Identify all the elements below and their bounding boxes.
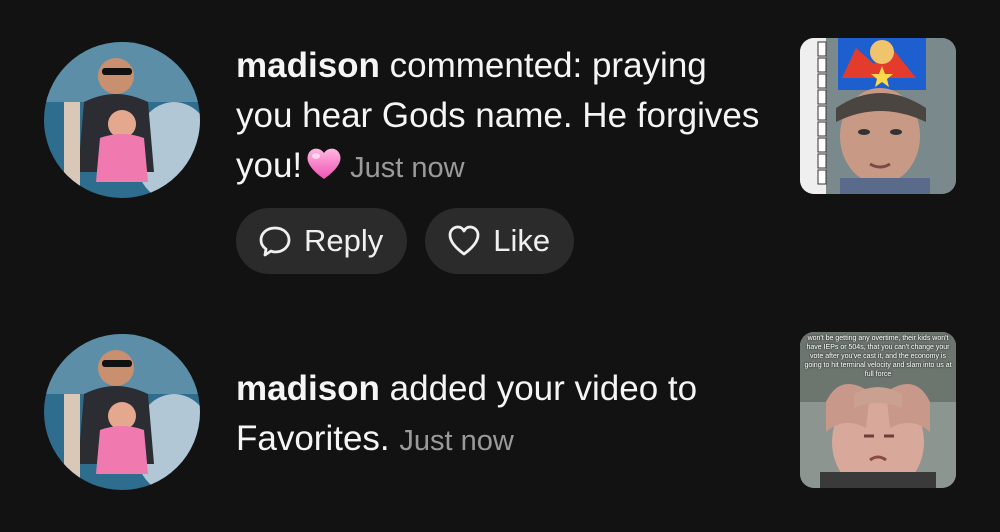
notification-text: madison commented: praying you hear Gods… xyxy=(236,41,766,193)
notification-text: madison added your video to Favorites. J… xyxy=(236,364,766,466)
like-button[interactable]: Like xyxy=(425,208,575,274)
reply-label: Reply xyxy=(304,223,384,258)
reply-button[interactable]: Reply xyxy=(236,208,408,274)
timestamp: Just now xyxy=(350,152,465,184)
username[interactable]: madison xyxy=(236,46,380,85)
reply-icon xyxy=(259,226,291,257)
heart-outline-icon xyxy=(448,225,480,256)
timestamp: Just now xyxy=(399,425,514,457)
pink-heart-icon xyxy=(304,143,344,183)
notification-item[interactable]: madison added your video to Favorites. J… xyxy=(0,300,1000,532)
video-thumbnail[interactable]: won't be getting any overtime, their kid… xyxy=(800,332,956,488)
thumbnail-caption: won't be getting any overtime, their kid… xyxy=(804,335,952,378)
avatar[interactable] xyxy=(44,334,200,490)
video-thumbnail[interactable] xyxy=(800,38,956,194)
avatar[interactable] xyxy=(44,42,200,198)
notification-item[interactable]: madison commented: praying you hear Gods… xyxy=(0,0,1000,300)
like-label: Like xyxy=(493,223,551,258)
username[interactable]: madison xyxy=(236,369,380,408)
